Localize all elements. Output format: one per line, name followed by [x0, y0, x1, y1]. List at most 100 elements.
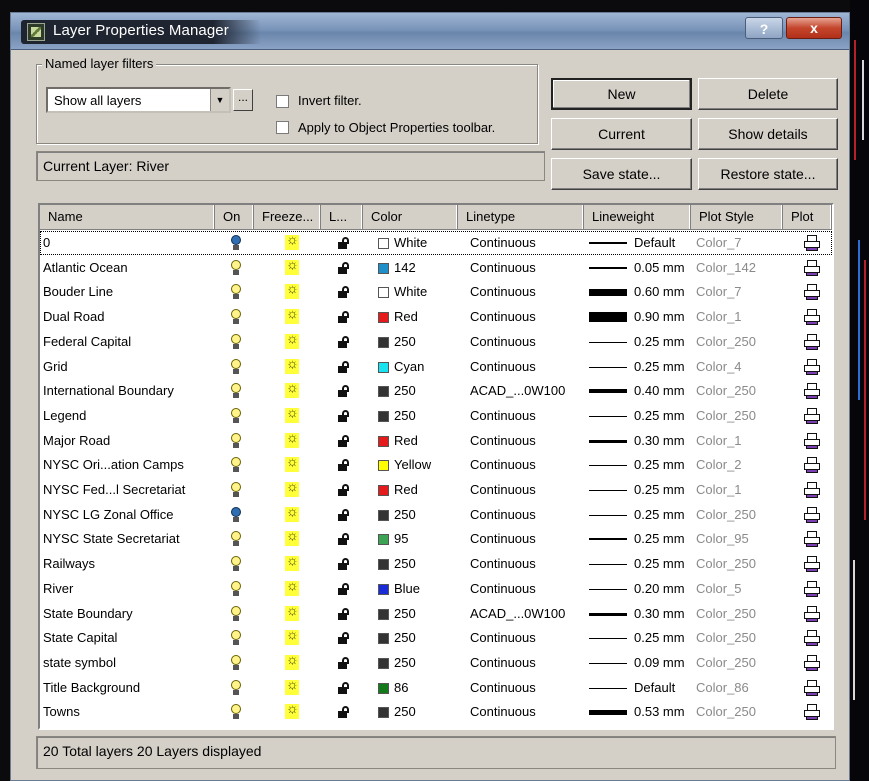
layer-color-name[interactable]: Red	[394, 305, 418, 329]
color-swatch[interactable]	[378, 485, 389, 496]
unlock-icon[interactable]	[338, 360, 350, 373]
unlock-icon[interactable]	[338, 484, 350, 496]
layer-color-name[interactable]: 250	[394, 503, 416, 527]
column-header-name[interactable]: Name	[40, 205, 215, 229]
lightbulb-icon[interactable]	[231, 309, 241, 325]
color-swatch[interactable]	[378, 559, 389, 571]
layer-color-name[interactable]: Red	[394, 478, 418, 502]
table-row[interactable]: Title Background 86 Continuous Default Color…	[40, 676, 832, 700]
layer-linetype[interactable]: Continuous	[470, 503, 536, 527]
lightbulb-icon[interactable]	[231, 654, 241, 671]
unlock-icon[interactable]	[338, 656, 350, 669]
layer-linetype[interactable]: Continuous	[470, 330, 536, 354]
layer-linetype[interactable]: Continuous	[470, 231, 536, 255]
lightbulb-icon[interactable]	[231, 506, 241, 523]
layer-linetype[interactable]: ACAD_...0W100	[470, 602, 565, 626]
layer-lineweight[interactable]: 0.25 mm	[634, 404, 685, 428]
layer-linetype[interactable]: Continuous	[470, 527, 536, 551]
sun-freeze-icon[interactable]	[285, 651, 299, 670]
table-row[interactable]: State Boundary 250 ACAD_...0W100 0.30 mm Col…	[40, 602, 832, 626]
table-row[interactable]: 0 White Continuous Default Color_7	[40, 231, 832, 255]
color-swatch[interactable]	[378, 633, 389, 645]
sun-freeze-icon[interactable]	[285, 330, 299, 349]
printer-icon[interactable]	[804, 309, 820, 326]
color-swatch[interactable]	[378, 287, 389, 299]
layer-lineweight[interactable]: 0.60 mm	[634, 280, 685, 304]
color-swatch[interactable]	[378, 657, 389, 669]
layer-linetype[interactable]: Continuous	[470, 651, 536, 675]
layer-color-name[interactable]: White	[394, 231, 427, 255]
color-swatch[interactable]	[378, 336, 389, 348]
unlock-icon[interactable]	[338, 385, 350, 398]
table-row[interactable]: NYSC LG Zonal Office 250 Continuous 0.25 mm…	[40, 503, 832, 527]
table-row[interactable]: Federal Capital 250 Continuous 0.25 mm Color…	[40, 330, 832, 354]
lightbulb-icon[interactable]	[231, 457, 241, 473]
layer-color-name[interactable]: White	[394, 280, 427, 304]
lightbulb-icon[interactable]	[231, 333, 241, 350]
unlock-icon[interactable]	[338, 459, 350, 472]
sun-freeze-icon[interactable]	[285, 404, 299, 423]
sun-freeze-icon[interactable]	[285, 676, 299, 695]
help-button[interactable]: ?	[745, 17, 783, 39]
restore-state-button[interactable]: Restore state...	[698, 158, 838, 190]
printer-icon[interactable]	[804, 679, 820, 696]
lightbulb-icon[interactable]	[231, 259, 241, 276]
printer-icon[interactable]	[804, 654, 820, 671]
show-details-button[interactable]: Show details	[698, 118, 838, 150]
printer-icon[interactable]	[804, 235, 820, 251]
table-row[interactable]: NYSC Ori...ation Camps Yellow Continuous 0.…	[40, 453, 832, 477]
filter-browse-button[interactable]: ...	[233, 89, 253, 111]
layer-color-name[interactable]: 142	[394, 256, 416, 280]
unlock-icon[interactable]	[338, 558, 350, 571]
layer-color-name[interactable]: 250	[394, 700, 416, 724]
column-header-plot-style[interactable]: Plot Style	[691, 205, 783, 229]
color-swatch[interactable]	[378, 386, 389, 398]
lightbulb-icon[interactable]	[231, 704, 241, 720]
color-swatch[interactable]	[378, 583, 389, 595]
chevron-down-icon[interactable]: ▼	[210, 89, 229, 111]
color-swatch[interactable]	[378, 238, 389, 249]
layer-color-name[interactable]: 250	[394, 602, 416, 626]
unlock-icon[interactable]	[338, 311, 350, 324]
layer-color-name[interactable]: 250	[394, 552, 416, 576]
layer-color-name[interactable]: 95	[394, 527, 408, 551]
column-header-on[interactable]: On	[215, 205, 254, 229]
sun-freeze-icon[interactable]	[285, 429, 299, 448]
unlock-icon[interactable]	[338, 261, 350, 274]
sun-freeze-icon[interactable]	[285, 379, 299, 399]
printer-icon[interactable]	[804, 383, 820, 400]
printer-icon[interactable]	[804, 506, 820, 523]
layer-lineweight[interactable]: 0.40 mm	[634, 379, 685, 403]
lightbulb-icon[interactable]	[231, 556, 241, 572]
sun-freeze-icon[interactable]	[285, 700, 299, 720]
sun-freeze-icon[interactable]	[285, 305, 299, 325]
printer-icon[interactable]	[804, 358, 820, 375]
column-header-lineweight[interactable]: Lineweight	[584, 205, 691, 229]
sun-freeze-icon[interactable]	[285, 453, 299, 473]
lightbulb-icon[interactable]	[231, 235, 241, 251]
layer-linetype[interactable]: Continuous	[470, 676, 536, 700]
layer-color-name[interactable]: 250	[394, 379, 416, 403]
color-swatch[interactable]	[378, 509, 389, 521]
column-header-lock[interactable]: L...	[321, 205, 363, 229]
printer-icon[interactable]	[804, 284, 820, 301]
layer-lineweight[interactable]: Default	[634, 231, 675, 255]
layer-linetype[interactable]: Continuous	[470, 626, 536, 650]
color-swatch[interactable]	[378, 410, 389, 422]
sun-freeze-icon[interactable]	[285, 280, 299, 300]
layer-color-name[interactable]: 250	[394, 330, 416, 354]
table-row[interactable]: state symbol 250 Continuous 0.09 mm Color_25…	[40, 651, 832, 675]
lightbulb-icon[interactable]	[231, 432, 241, 449]
lightbulb-icon[interactable]	[231, 383, 241, 399]
sun-freeze-icon[interactable]	[285, 478, 299, 497]
printer-icon[interactable]	[804, 432, 820, 449]
column-header-freeze[interactable]: Freeze...	[254, 205, 321, 229]
color-swatch[interactable]	[378, 534, 389, 546]
layer-filter-select[interactable]: Show all layers ▼	[46, 87, 231, 113]
sun-freeze-icon[interactable]	[285, 602, 299, 621]
unlock-icon[interactable]	[338, 434, 350, 447]
table-row[interactable]: Railways 250 Continuous 0.25 mm Color_250	[40, 552, 832, 576]
unlock-icon[interactable]	[338, 582, 350, 595]
sun-freeze-icon[interactable]	[285, 503, 299, 522]
invert-filter-checkbox[interactable]	[276, 95, 289, 108]
